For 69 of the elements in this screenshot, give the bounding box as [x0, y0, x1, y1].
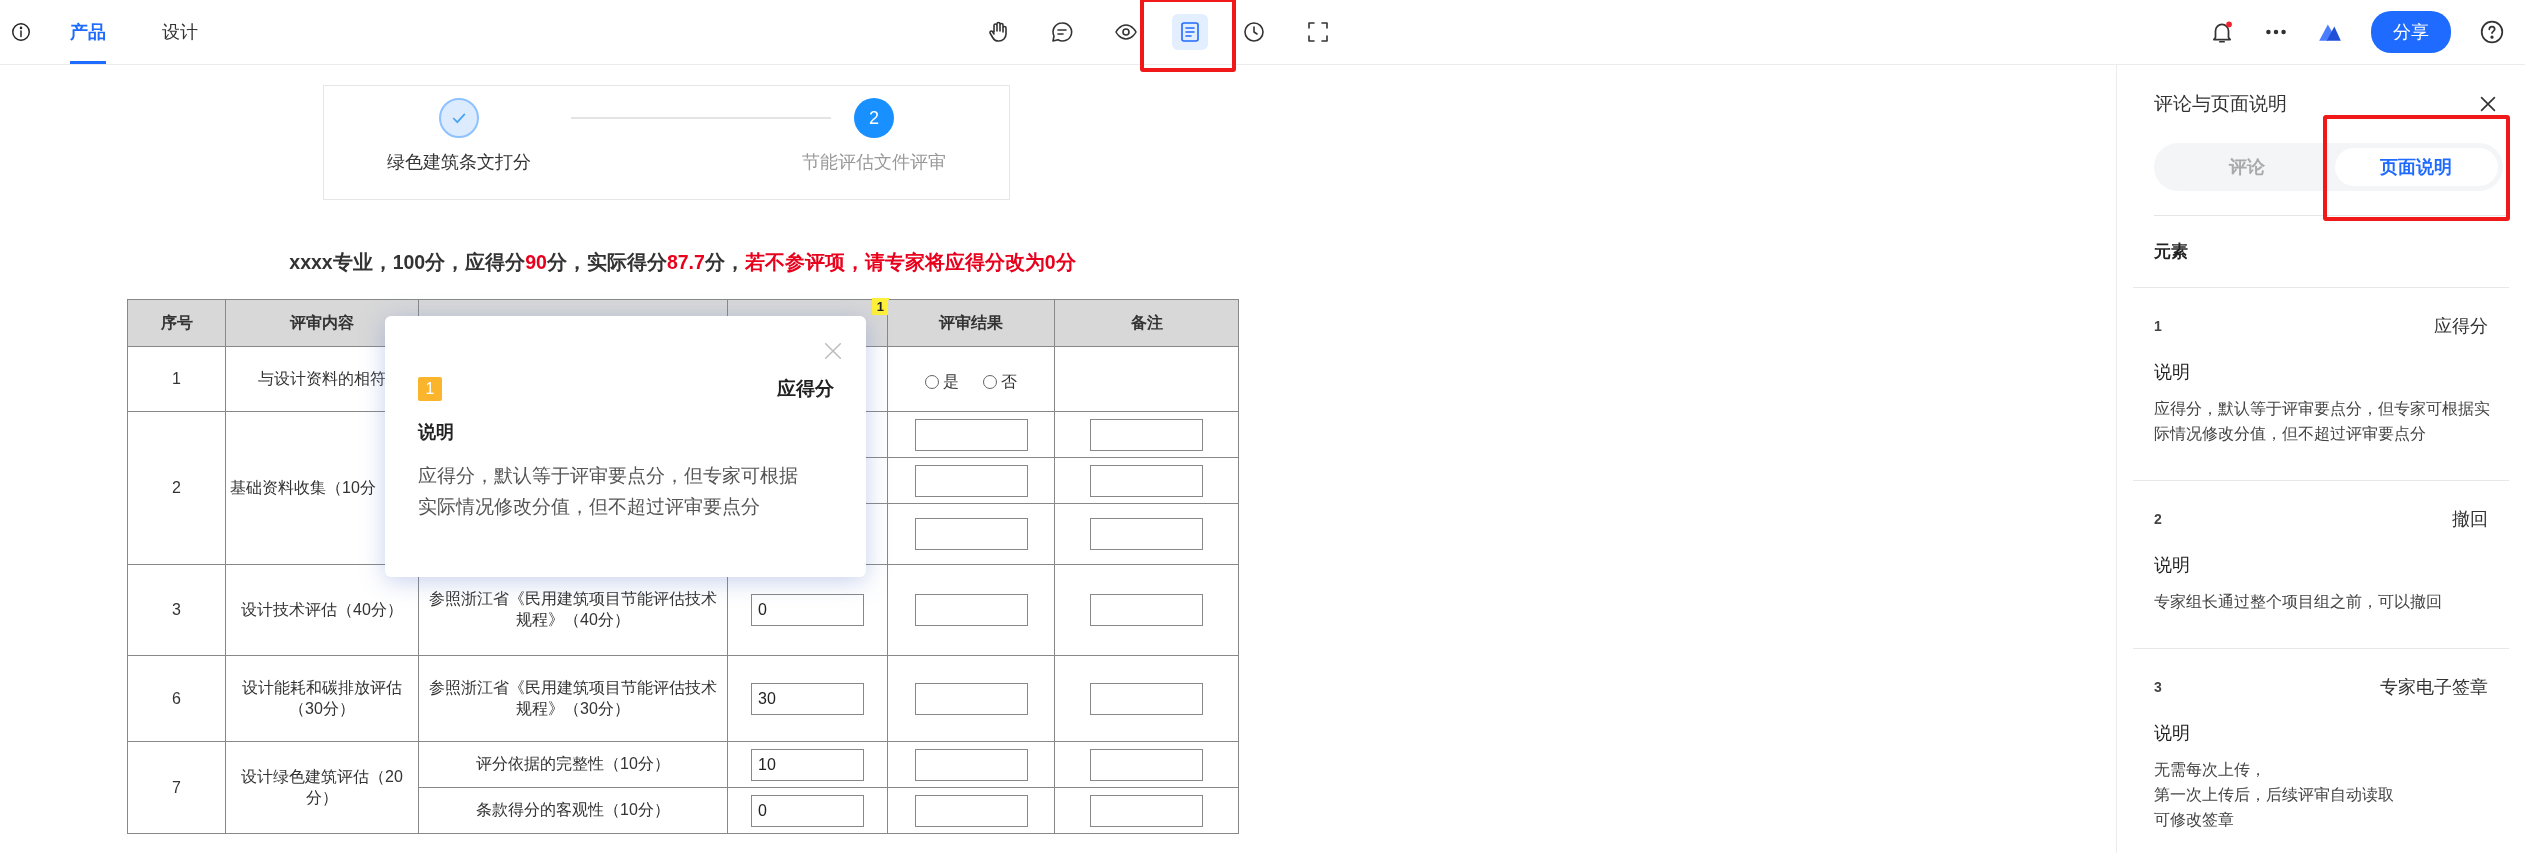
step-label: 节能评估文件评审 — [802, 151, 946, 174]
item-number: 1 — [2154, 318, 2162, 334]
table-cell: 设计绿色建筑评估（20分） — [225, 741, 419, 834]
table-cell: 设计能耗和碳排放评估（30分） — [225, 655, 419, 742]
step-label: 绿色建筑条文打分 — [387, 151, 531, 174]
popover-text: 应得分，默认等于评审要点分，但专家可根据实际情况修改分值，但不超过评审要点分 — [418, 464, 799, 519]
row-number: 2 — [127, 411, 226, 565]
row-number: 3 — [127, 564, 226, 656]
nav-tab[interactable]: 设计 — [162, 0, 198, 64]
item-description: 无需每次上传， 第一次上传后，后续评审自动读取 可修改签章 — [2154, 760, 2395, 830]
row-number: 6 — [127, 655, 226, 742]
note-field[interactable] — [1090, 464, 1203, 497]
speech-bubble-icon — [1050, 20, 1074, 44]
result-field[interactable] — [914, 518, 1028, 550]
completed-step-icon — [439, 98, 479, 138]
table-cell: 评分依据的完整性（10分） — [418, 741, 728, 788]
item-description: 专家组长通过整个项目组之前，可以撤回 — [2154, 592, 2443, 612]
row-number: 1 — [127, 346, 226, 412]
annotation-badge: 1 — [871, 298, 889, 315]
annotation-badge: 1 — [418, 377, 442, 401]
popover-title: 应得分 — [777, 377, 834, 401]
result-field[interactable] — [914, 748, 1028, 781]
table-cell: 参照浙江省《民用建筑项目节能评估技术规程》（30分） — [418, 655, 728, 742]
note-field[interactable] — [1090, 518, 1203, 550]
share-button[interactable]: 分享 — [2371, 11, 2451, 53]
panel-title: 评论与页面说明 — [2154, 92, 2287, 116]
column-header: 备注 — [1054, 299, 1239, 347]
result-field[interactable] — [914, 418, 1028, 451]
item-label: 说明 — [2154, 554, 2191, 577]
result-field[interactable] — [914, 594, 1028, 626]
column-header: 评审结果 — [887, 299, 1055, 347]
document-icon — [1178, 20, 1202, 44]
info-icon — [10, 21, 32, 43]
column-header: 序号 — [127, 299, 226, 347]
result-field[interactable] — [914, 682, 1028, 715]
note-field[interactable] — [1090, 594, 1203, 626]
note-field[interactable] — [1090, 418, 1203, 451]
help-icon[interactable] — [2479, 19, 2505, 45]
item-number: 2 — [2154, 511, 2162, 527]
note-field[interactable] — [1090, 748, 1203, 781]
result-field[interactable] — [914, 464, 1028, 497]
item-name: 专家电子签章 — [2380, 676, 2488, 699]
fullscreen-icon — [1306, 20, 1330, 44]
clock-icon — [1242, 20, 1266, 44]
item-label: 说明 — [2154, 361, 2191, 384]
table-cell: 条款得分的客观性（10分） — [418, 787, 728, 834]
score-summary: xxxx专业，100分，应得分90分，实际得分87.7分，若不参评项，请专家将应得分改为0分 — [288, 250, 1077, 275]
score-field[interactable]: 10 — [751, 748, 864, 781]
panel-tab[interactable]: 页面说明 — [2334, 148, 2498, 186]
hand-icon — [986, 20, 1010, 44]
section-title: 元素 — [2133, 216, 2509, 288]
popover-label: 说明 — [418, 421, 455, 444]
radio-option[interactable]: 否 — [983, 371, 1017, 393]
nav-tab[interactable]: 产品 — [70, 0, 106, 64]
step-number: 2 — [854, 98, 894, 138]
item-description: 应得分，默认等于评审要点分，但专家可根据实际情况修改分值，但不超过评审要点分 — [2154, 399, 2491, 444]
item-name: 应得分 — [2434, 315, 2488, 338]
score-field[interactable]: 30 — [751, 682, 864, 715]
item-name: 撤回 — [2452, 508, 2488, 531]
document-tool-button[interactable] — [1172, 14, 1208, 50]
item-label: 说明 — [2154, 722, 2191, 745]
item-number: 3 — [2154, 679, 2162, 695]
note-field[interactable] — [1090, 794, 1203, 827]
score-field[interactable]: 0 — [751, 794, 864, 827]
score-field[interactable]: 0 — [751, 594, 864, 626]
result-field[interactable] — [914, 794, 1028, 827]
radio-option[interactable]: 是 — [925, 371, 959, 393]
row-number: 7 — [127, 741, 226, 834]
note-field[interactable] — [1090, 682, 1203, 715]
